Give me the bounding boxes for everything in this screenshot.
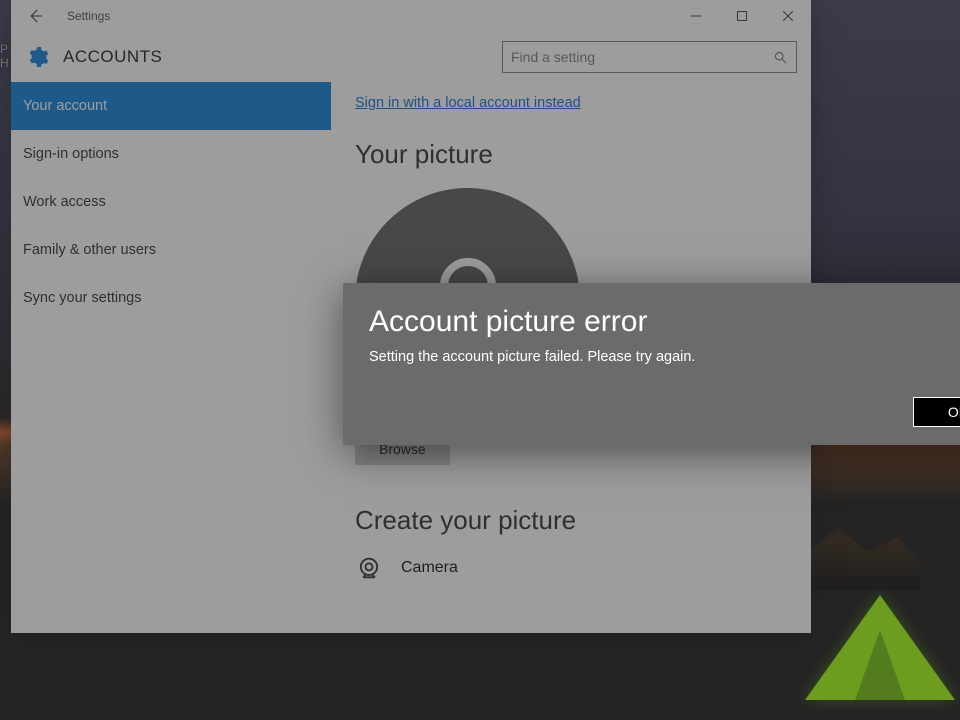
dialog-title: Account picture error — [369, 305, 960, 339]
dialog-message: Setting the account picture failed. Plea… — [369, 349, 960, 365]
error-dialog: Account picture error Setting the accoun… — [343, 283, 960, 445]
ok-button[interactable]: OK — [913, 397, 960, 427]
